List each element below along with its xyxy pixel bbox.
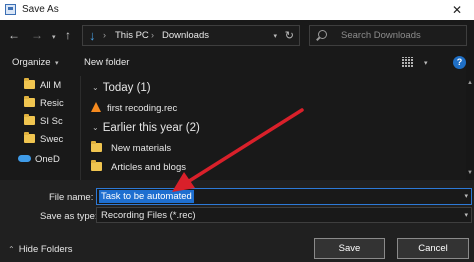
folder-icon bbox=[91, 160, 102, 171]
save-as-type-dropdown-icon[interactable]: ▾ bbox=[464, 211, 468, 219]
search-icon bbox=[318, 30, 327, 39]
refresh-button[interactable]: ↻ bbox=[285, 29, 294, 42]
scroll-down-arrow-icon[interactable]: ▼ bbox=[467, 170, 473, 176]
breadcrumb-this-pc[interactable]: This PC bbox=[115, 30, 149, 41]
hide-folders-label: Hide Folders bbox=[18, 244, 73, 255]
cancel-button[interactable]: Cancel bbox=[397, 238, 469, 259]
list-item[interactable]: first recoding.rec bbox=[91, 102, 177, 117]
sidebar-item-swec[interactable]: Swec bbox=[24, 132, 64, 148]
hide-folders-button[interactable]: ⌃ Hide Folders bbox=[8, 244, 73, 255]
view-options-dropdown-icon[interactable]: ▾ bbox=[424, 59, 428, 67]
search-box[interactable]: Search Downloads bbox=[309, 25, 467, 46]
breadcrumb-separator: › bbox=[151, 30, 154, 40]
save-as-type-value: Recording Files (*.rec) bbox=[101, 210, 196, 221]
chevron-up-icon: ⌃ bbox=[8, 245, 15, 254]
up-button[interactable]: ↑ bbox=[65, 28, 71, 42]
navigation-pane: All M Resic SI Sc Swec OneD bbox=[0, 76, 82, 180]
organize-button[interactable]: Organize bbox=[12, 57, 51, 68]
close-button[interactable]: ✕ bbox=[440, 0, 474, 20]
sidebar-item-label: OneD bbox=[35, 154, 60, 165]
downloads-icon: ↓ bbox=[89, 28, 96, 43]
address-dropdown-button[interactable]: ▾ bbox=[273, 32, 277, 40]
new-folder-button[interactable]: New folder bbox=[84, 57, 129, 68]
search-input[interactable]: Search Downloads bbox=[341, 30, 421, 41]
sidebar-item-label: All M bbox=[40, 80, 62, 91]
save-as-type-label: Save as type: bbox=[40, 211, 98, 222]
folder-icon bbox=[24, 132, 35, 143]
vlc-icon bbox=[91, 102, 101, 112]
group-header-label: Today (1) bbox=[102, 82, 151, 94]
folder-icon bbox=[91, 141, 102, 152]
breadcrumb-separator: › bbox=[103, 30, 106, 40]
vertical-scrollbar[interactable]: ▲ ▼ bbox=[466, 50, 474, 180]
file-name: New materials bbox=[111, 143, 172, 154]
file-name: Articles and blogs bbox=[111, 162, 186, 173]
file-name: first recoding.rec bbox=[107, 103, 178, 114]
command-toolbar: Organize ▾ New folder ▾ ? bbox=[0, 50, 474, 76]
help-button[interactable]: ? bbox=[453, 56, 466, 69]
file-list: ⌄ Today (1) first recoding.rec ⌄ Earlier t… bbox=[82, 76, 466, 180]
save-as-type-select[interactable]: Recording Files (*.rec) ▾ bbox=[96, 207, 472, 223]
onedrive-cloud-icon bbox=[18, 155, 31, 162]
sidebar-item-label: Resic bbox=[40, 98, 64, 109]
back-button[interactable]: ← bbox=[8, 28, 20, 42]
group-header-label: Earlier this year (2) bbox=[102, 122, 200, 134]
list-item[interactable]: Articles and blogs bbox=[91, 160, 186, 177]
folder-icon bbox=[24, 114, 35, 125]
sidebar-item-si-sc[interactable]: SI Sc bbox=[24, 114, 63, 130]
group-header-earlier-this-year[interactable]: ⌄ Earlier this year (2) bbox=[92, 122, 200, 134]
sidebar-item-label: Swec bbox=[40, 134, 64, 145]
recent-locations-button[interactable]: ▾ bbox=[52, 31, 56, 45]
chevron-down-icon: ⌄ bbox=[92, 123, 99, 132]
sidebar-item-all-m[interactable]: All M bbox=[24, 78, 62, 94]
scroll-up-arrow-icon[interactable]: ▲ bbox=[467, 80, 473, 86]
address-bar[interactable]: ↓ › This PC › Downloads ▾ ↻ bbox=[82, 25, 300, 46]
list-item[interactable]: New materials bbox=[91, 141, 172, 158]
file-name-dropdown-icon[interactable]: ▾ bbox=[464, 192, 468, 200]
save-dialog-icon bbox=[5, 4, 16, 15]
save-form: File name: Task to be automated ▾ Save a… bbox=[0, 180, 474, 262]
save-button[interactable]: Save bbox=[314, 238, 385, 259]
file-name-label: File name: bbox=[49, 192, 94, 203]
folder-icon bbox=[24, 96, 35, 107]
pane-divider[interactable] bbox=[80, 76, 81, 180]
file-name-field[interactable]: Task to be automated ▾ bbox=[96, 188, 472, 205]
sidebar-item-onedrive[interactable]: OneD bbox=[18, 154, 60, 168]
window-title: Save As bbox=[22, 4, 59, 15]
group-header-today[interactable]: ⌄ Today (1) bbox=[92, 82, 151, 94]
sidebar-item-resic[interactable]: Resic bbox=[24, 96, 64, 112]
organize-dropdown-icon[interactable]: ▾ bbox=[55, 59, 59, 67]
sidebar-item-label: SI Sc bbox=[40, 116, 63, 127]
forward-button[interactable]: → bbox=[31, 28, 43, 42]
chevron-down-icon: ⌄ bbox=[92, 83, 99, 92]
folder-icon bbox=[24, 78, 35, 89]
breadcrumb-downloads[interactable]: Downloads bbox=[162, 30, 209, 41]
view-options-icon[interactable] bbox=[402, 57, 414, 68]
navigation-bar: ← → ▾ ↑ ↓ › This PC › Downloads ▾ ↻ Sear… bbox=[0, 20, 474, 50]
title-bar: Save As ✕ bbox=[0, 0, 474, 20]
file-name-value[interactable]: Task to be automated bbox=[99, 190, 194, 203]
